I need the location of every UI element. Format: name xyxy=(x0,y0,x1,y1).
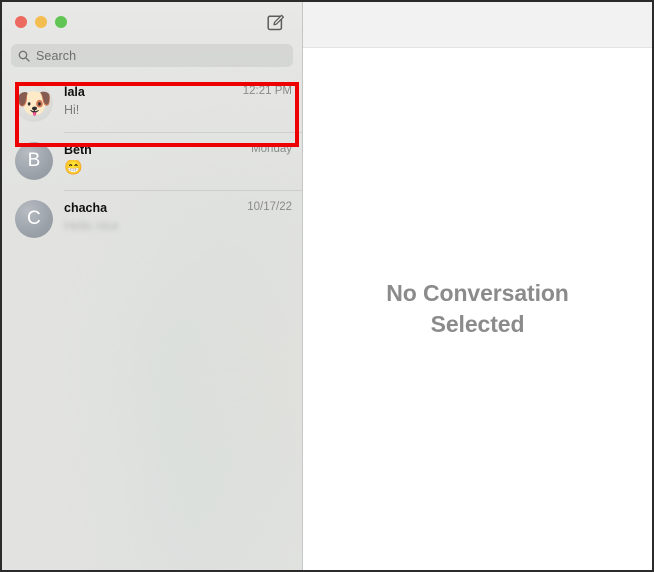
conversation-name: chacha xyxy=(64,201,108,215)
minimize-window-button[interactable] xyxy=(35,16,47,28)
search-placeholder-text: Search xyxy=(36,48,77,63)
zoom-window-button[interactable] xyxy=(55,16,67,28)
conversation-name: lala xyxy=(64,85,85,99)
conversation-name: Beth xyxy=(64,143,92,157)
conversation-timestamp: 12:21 PM xyxy=(242,85,292,97)
avatar: B xyxy=(15,142,53,180)
avatar: C xyxy=(15,200,53,238)
dog-emoji-avatar-icon: 🐶 xyxy=(15,87,53,120)
search-input[interactable]: Search xyxy=(11,44,293,67)
conversation-detail-pane: No Conversation Selected xyxy=(303,2,652,570)
empty-state-line-2: Selected xyxy=(430,311,525,337)
conversation-row-lala[interactable]: 🐶 lala Hi! 12:21 PM xyxy=(2,75,302,133)
conversations-sidebar: Search 🐶 lala Hi! 12:21 PM B Beth 😁 Mond… xyxy=(2,2,303,570)
conversation-preview: Hi! xyxy=(64,103,80,117)
avatar-initial: C xyxy=(27,208,41,229)
compose-icon xyxy=(266,14,284,30)
traffic-light-group xyxy=(15,16,67,28)
compose-message-button[interactable] xyxy=(264,10,288,34)
conversation-row-beth[interactable]: B Beth 😁 Monday xyxy=(2,133,302,191)
conversation-preview: 😁 xyxy=(64,160,83,176)
avatar-initial: B xyxy=(27,150,41,171)
conversation-row-chacha[interactable]: C chacha Hello nice 10/17/22 xyxy=(2,191,302,249)
conversation-timestamp: Monday xyxy=(251,143,292,155)
messages-window: Search 🐶 lala Hi! 12:21 PM B Beth 😁 Mond… xyxy=(0,0,654,572)
avatar: 🐶 xyxy=(15,84,53,122)
conversation-text-block: lala Hi! xyxy=(64,84,243,118)
close-window-button[interactable] xyxy=(15,16,27,28)
search-icon xyxy=(18,50,30,62)
conversation-text-block: chacha Hello nice xyxy=(64,200,247,234)
conversation-timestamp: 10/17/22 xyxy=(247,201,292,213)
empty-state-message: No Conversation Selected xyxy=(386,278,569,340)
conversation-preview: Hello nice xyxy=(64,219,119,233)
detail-body: No Conversation Selected xyxy=(303,48,652,570)
conversation-list: 🐶 lala Hi! 12:21 PM B Beth 😁 Monday C ch… xyxy=(2,75,302,249)
detail-toolbar xyxy=(303,2,652,48)
empty-state-line-1: No Conversation xyxy=(386,280,569,306)
conversation-text-block: Beth 😁 xyxy=(64,142,251,176)
search-container: Search xyxy=(2,44,302,67)
window-titlebar xyxy=(2,2,302,42)
